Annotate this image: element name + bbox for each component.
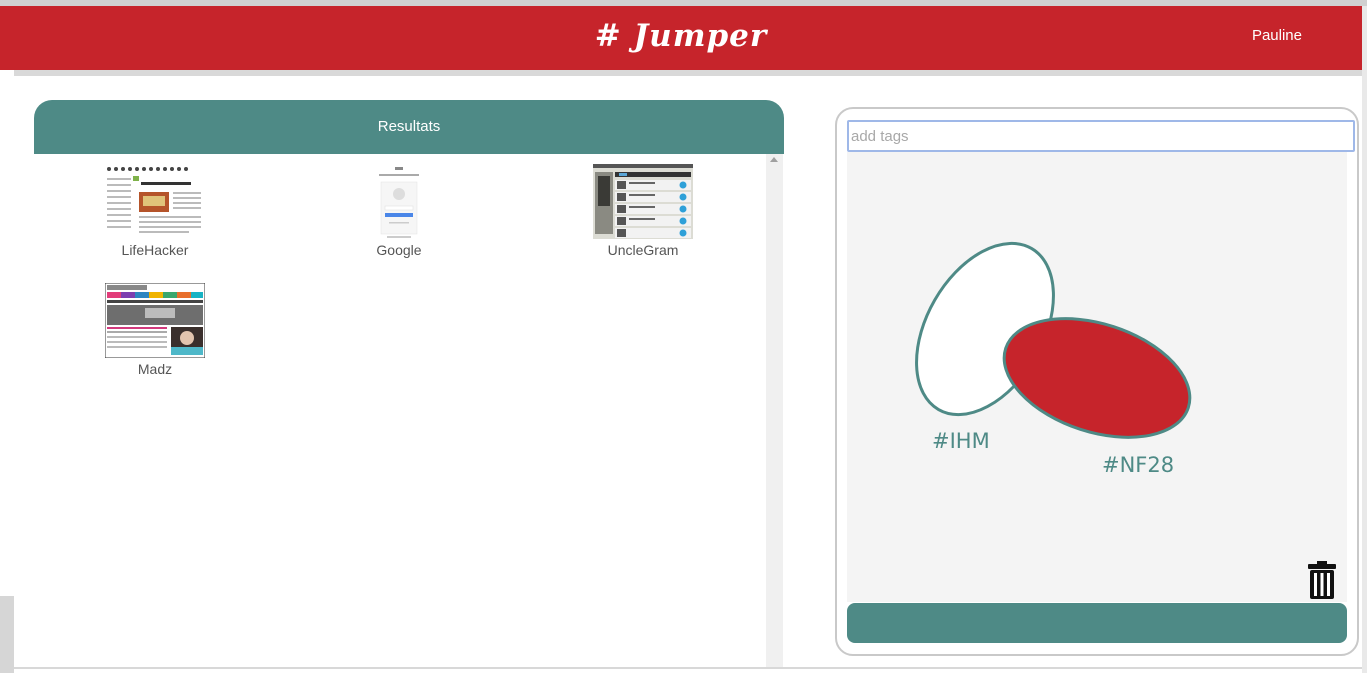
results-list: LifeHacker Google UncleGram Madz	[34, 154, 766, 667]
result-item-madz[interactable]: Madz	[85, 283, 225, 377]
app-header: # Jumper Pauline	[0, 6, 1362, 70]
lifehacker-thumbnail[interactable]	[105, 164, 205, 239]
add-tags-input[interactable]	[847, 120, 1355, 152]
result-label[interactable]: Google	[329, 242, 469, 258]
scroll-up-arrow-icon[interactable]	[770, 157, 778, 162]
result-label[interactable]: UncleGram	[573, 242, 713, 258]
tag-venn-diagram: #IHM #NF28	[915, 241, 1192, 477]
bottom-line	[14, 667, 1362, 669]
google-thumbnail[interactable]	[349, 164, 449, 239]
tag-label-ihm: #IHM	[932, 429, 990, 453]
madz-thumbnail[interactable]	[105, 283, 205, 358]
app-logo[interactable]: # Jumper	[0, 18, 1362, 54]
left-strip	[0, 70, 14, 673]
header-shadow	[14, 70, 1362, 76]
result-label[interactable]: LifeHacker	[85, 242, 225, 258]
right-strip	[1362, 6, 1367, 673]
results-header: Resultats	[34, 100, 784, 154]
tag-action-bar-button[interactable]	[847, 603, 1347, 643]
result-item-google[interactable]: Google	[329, 164, 469, 258]
results-scrollbar[interactable]	[766, 154, 783, 667]
trash-icon[interactable]	[1306, 560, 1338, 600]
result-label[interactable]: Madz	[85, 361, 225, 377]
tag-canvas[interactable]: #IHM #NF28	[847, 152, 1347, 602]
tag-label-nf28: #NF28	[1102, 453, 1174, 477]
user-name[interactable]: Pauline	[1252, 27, 1302, 44]
result-item-lifehacker[interactable]: LifeHacker	[85, 164, 225, 258]
unclegram-thumbnail[interactable]	[593, 164, 693, 239]
result-item-unclegram[interactable]: UncleGram	[573, 164, 713, 258]
left-strip-gray	[0, 596, 14, 673]
